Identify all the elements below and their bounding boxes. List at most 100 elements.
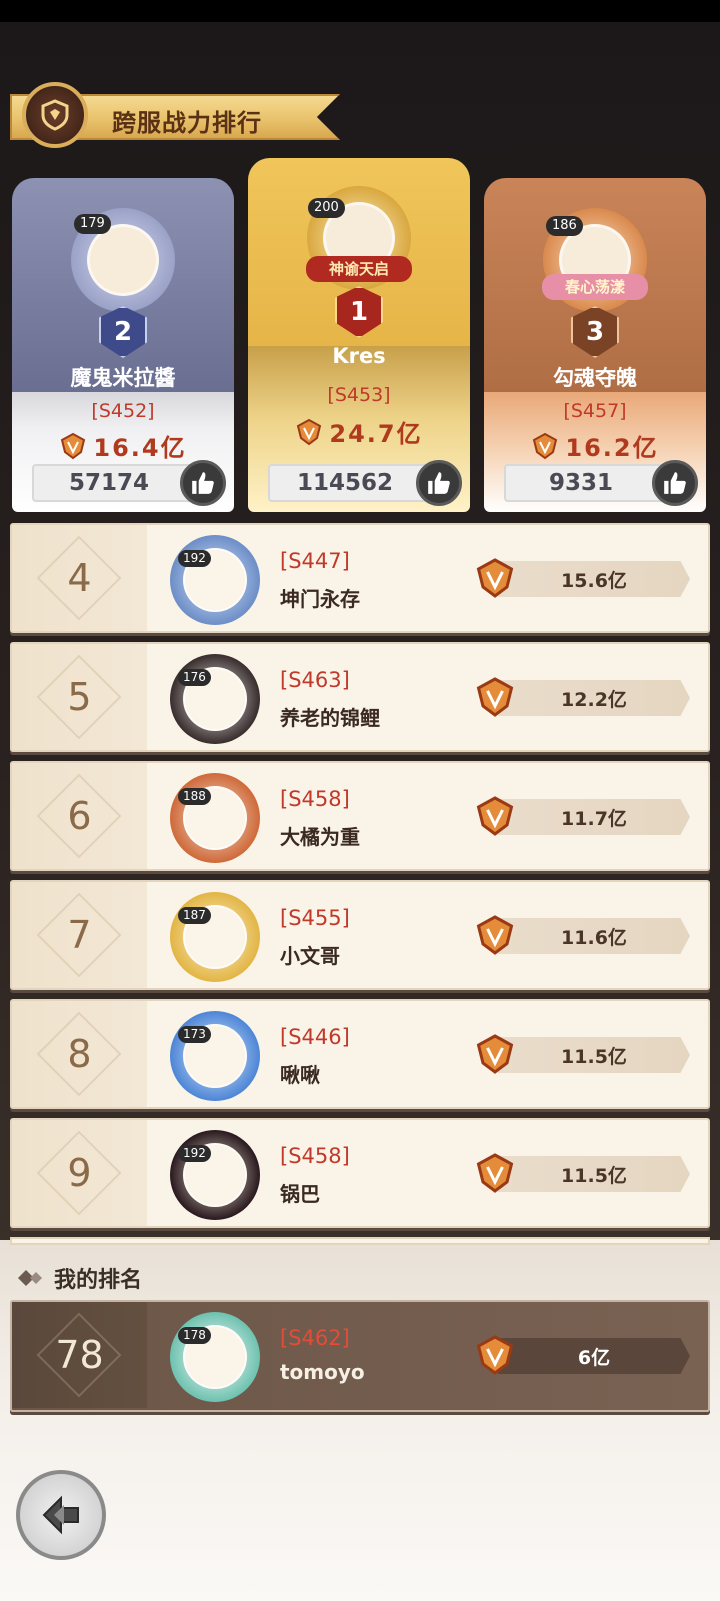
player-name: Kres (332, 344, 386, 368)
podium-card-rank-1[interactable]: 200 神谕天启 1 Kres [S453] 24.7亿 114562 (248, 158, 470, 512)
power-value: 24.7亿 (248, 414, 470, 449)
server-id: [S452] (91, 400, 155, 422)
title-banner: 跨服战力排行 (0, 82, 345, 150)
back-button[interactable] (16, 1470, 106, 1560)
power-value: 16.4亿 (12, 428, 234, 463)
ranking-row[interactable]: 9 192 [S458] 锅巴 11.5亿 (10, 1118, 710, 1228)
level-badge: 186 (546, 216, 583, 236)
server-id: [S458] (280, 1144, 350, 1168)
power-crest-icon (476, 1335, 514, 1375)
server-id: [S455] (280, 906, 350, 930)
server-id: [S462] (280, 1326, 350, 1350)
power-value: 11.5亿 (498, 1156, 690, 1192)
thumbs-up-icon (664, 472, 686, 494)
page-title: 跨服战力排行 (112, 109, 262, 137)
power-value: 11.6亿 (498, 918, 690, 954)
power-crest-icon (476, 1153, 514, 1193)
frame-label: 神谕天启 (306, 256, 412, 282)
server-id: [S458] (280, 787, 350, 811)
power-crest-icon (476, 915, 514, 955)
diamond-arrow-icon (18, 1270, 42, 1286)
level-badge: 200 (308, 198, 345, 218)
avatar[interactable] (170, 1312, 260, 1402)
level-badge: 192 (178, 1145, 211, 1162)
power-text: 24.7亿 (329, 420, 423, 448)
podium-card-rank-2[interactable]: 179 2 魔鬼米拉醬 [S452] 16.4亿 57174 (12, 178, 234, 512)
like-button[interactable] (180, 460, 226, 506)
like-box: 114562 (268, 460, 462, 506)
ranking-row[interactable]: 5 176 [S463] 养老的锦鲤 12.2亿 (10, 642, 710, 752)
ranking-row-partial (10, 1237, 710, 1245)
my-rank-title: 我的排名 (54, 1268, 143, 1293)
power-crest-icon (476, 677, 514, 717)
rank-number: 6 (67, 794, 92, 838)
background-bottom (0, 1240, 720, 1601)
like-box: 9331 (504, 460, 698, 506)
power-crest-icon (476, 558, 514, 598)
like-box: 57174 (32, 460, 226, 506)
player-name: 勾魂夺魄 (553, 366, 637, 390)
thumbs-up-icon (428, 472, 450, 494)
my-rank-header: 我的排名 (16, 1262, 142, 1294)
player-name: 坤门永存 (280, 587, 360, 611)
avatar[interactable] (170, 654, 260, 744)
power-value: 11.7亿 (498, 799, 690, 835)
power-value: 11.5亿 (498, 1037, 690, 1073)
level-badge: 178 (178, 1327, 211, 1344)
rank-number: 5 (67, 675, 92, 719)
player-name: tomoyo (280, 1360, 365, 1384)
ranking-row[interactable]: 7 187 [S455] 小文哥 11.6亿 (10, 880, 710, 990)
avatar[interactable] (170, 535, 260, 625)
power-crest-icon (476, 1034, 514, 1074)
rank-number: 4 (67, 556, 92, 600)
player-name: 啾啾 (280, 1063, 320, 1087)
player-name: 养老的锦鲤 (280, 706, 380, 730)
shield-emblem-icon (22, 82, 88, 148)
power-crest-icon (61, 432, 86, 459)
my-ranking-row[interactable]: 78 178 [S462] tomoyo 6亿 (10, 1300, 710, 1412)
rank-number: 8 (67, 1032, 92, 1076)
ranking-row[interactable]: 4 192 [S447] 坤门永存 15.6亿 (10, 523, 710, 633)
thumbs-up-icon (192, 472, 214, 494)
level-badge: 188 (178, 788, 211, 805)
power-text: 16.2亿 (565, 434, 659, 462)
ranking-row[interactable]: 8 173 [S446] 啾啾 11.5亿 (10, 999, 710, 1109)
player-name: 魔鬼米拉醬 (70, 366, 176, 390)
power-text: 16.4亿 (93, 434, 187, 462)
server-id: [S446] (280, 1025, 350, 1049)
avatar[interactable] (170, 1011, 260, 1101)
power-value: 12.2亿 (498, 680, 690, 716)
back-arrow-icon (42, 1495, 79, 1535)
like-button[interactable] (416, 460, 462, 506)
power-crest-icon (533, 432, 558, 459)
power-value: 15.6亿 (498, 561, 690, 597)
rank-number: 7 (67, 913, 92, 957)
avatar[interactable] (170, 773, 260, 863)
like-count: 57174 (68, 470, 150, 496)
server-id: [S447] (280, 549, 350, 573)
rank-number: 9 (67, 1151, 92, 1195)
podium-card-rank-3[interactable]: 186 春心荡漾 3 勾魂夺魄 [S457] 16.2亿 9331 (484, 178, 706, 512)
like-button[interactable] (652, 460, 698, 506)
ranking-row[interactable]: 6 188 [S458] 大橘为重 11.7亿 (10, 761, 710, 871)
player-name: 锅巴 (280, 1182, 320, 1206)
level-badge: 173 (178, 1026, 211, 1043)
frame-label: 春心荡漾 (542, 274, 648, 300)
server-id: [S453] (327, 384, 391, 406)
power-value: 16.2亿 (484, 428, 706, 463)
power-value: 6亿 (498, 1338, 690, 1374)
level-badge: 192 (178, 550, 211, 567)
rank-number: 78 (55, 1333, 104, 1377)
power-crest-icon (476, 796, 514, 836)
level-badge: 179 (74, 214, 111, 234)
level-badge: 187 (178, 907, 211, 924)
player-name: 小文哥 (280, 944, 340, 968)
server-id: [S463] (280, 668, 350, 692)
like-count: 9331 (548, 470, 613, 496)
avatar[interactable] (170, 1130, 260, 1220)
avatar[interactable] (170, 892, 260, 982)
player-name: 大橘为重 (280, 825, 360, 849)
level-badge: 176 (178, 669, 211, 686)
status-bar (0, 0, 720, 22)
power-crest-icon (297, 418, 322, 445)
